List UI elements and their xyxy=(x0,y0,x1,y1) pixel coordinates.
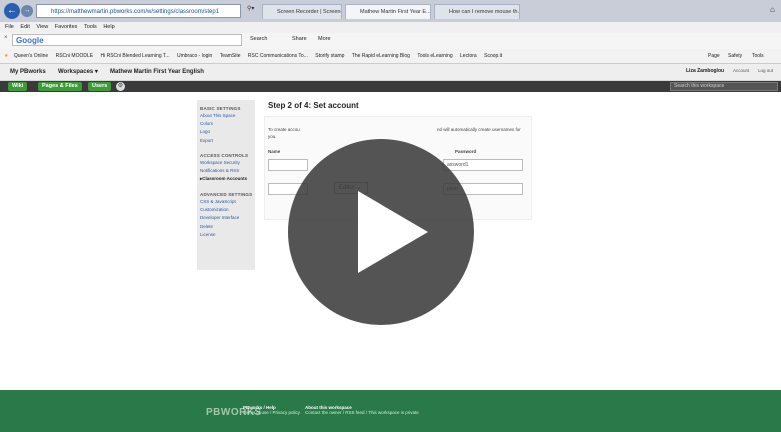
sidebar-item-notifications[interactable]: Notifications & RSS xyxy=(200,168,255,173)
star-icon: ★ xyxy=(4,53,9,59)
close-icon[interactable]: × xyxy=(4,35,8,41)
search-button[interactable]: Search xyxy=(250,36,267,42)
step-title: Step 2 of 4: Set account xyxy=(268,101,359,110)
fav-item[interactable]: TeamSite xyxy=(220,53,241,59)
menu-view[interactable]: View xyxy=(36,24,48,30)
sidebar-item-classroom-accounts[interactable]: ▸Classroom Accounts xyxy=(200,176,255,182)
workspace-nav: Wiki Pages & Files Users ⚙ Search this w… xyxy=(0,81,781,92)
fav-item[interactable]: RSC Communications To... xyxy=(248,53,308,59)
share-button[interactable]: Share xyxy=(292,36,307,42)
menu-help[interactable]: Help xyxy=(103,24,114,30)
fav-item[interactable]: The Rapid eLearning Blog xyxy=(352,53,410,59)
intro-text-line2: you. xyxy=(268,134,277,139)
play-icon xyxy=(358,191,428,273)
search-toolbar: × Google Search Share More xyxy=(0,33,781,50)
pbworks-header: My PBworks Workspaces ▾ Mathew Martin Fi… xyxy=(0,64,781,81)
intro-text-end: nd will automatically create usernames f… xyxy=(437,127,521,132)
sidebar-item-logo[interactable]: Logo xyxy=(200,129,255,134)
favorites-bar: ★ Queen's Online RSCni MOODLE Hi RSCni B… xyxy=(0,49,781,64)
workspace-title[interactable]: Mathew Martin First Year English xyxy=(110,64,204,80)
back-button[interactable]: ← xyxy=(4,3,20,19)
fav-item[interactable]: Scoop.it xyxy=(484,53,502,59)
intro-text-start: To create accou xyxy=(268,127,300,132)
play-button[interactable] xyxy=(288,139,474,325)
name-column-header: Name xyxy=(268,149,281,154)
menu-tools[interactable]: Tools xyxy=(84,24,97,30)
cmd-safety[interactable]: Safety xyxy=(728,49,742,63)
user-name[interactable]: Liza Zamboglou xyxy=(686,68,724,74)
sidebar-item-css[interactable]: CSS & JavaScript xyxy=(200,199,255,204)
sidebar-item-license[interactable]: License xyxy=(200,232,255,237)
users-tab[interactable]: Users xyxy=(88,82,112,91)
menu-file[interactable]: File xyxy=(5,24,14,30)
fav-item[interactable]: Queen's Online xyxy=(14,53,48,59)
fav-item[interactable]: Hi RSCni Blended Learning T... xyxy=(100,53,169,59)
sidebar-item-about[interactable]: About This Space xyxy=(200,113,255,118)
my-pbworks-link[interactable]: My PBworks xyxy=(10,64,46,80)
footer-terms-link[interactable]: Terms of use / Privacy policy xyxy=(243,410,300,415)
settings-sidebar: BASIC SETTINGS About This Space Colors L… xyxy=(197,100,255,270)
basic-settings-heading: BASIC SETTINGS xyxy=(200,106,241,111)
cmd-page[interactable]: Page xyxy=(708,49,720,63)
advanced-settings-heading: ADVANCED SETTINGS xyxy=(200,191,253,197)
sidebar-item-delete[interactable]: Delete xyxy=(200,224,255,229)
fav-item[interactable]: Lectora xyxy=(460,53,477,59)
settings-gear-icon[interactable]: ⚙ xyxy=(116,82,125,91)
pages-files-tab[interactable]: Pages & Files xyxy=(38,82,82,91)
sidebar-item-export[interactable]: Export xyxy=(200,138,255,143)
footer-col-help: PBworks / Help Terms of use / Privacy po… xyxy=(243,405,300,415)
sidebar-item-customization[interactable]: Customization xyxy=(200,207,255,212)
menu-edit[interactable]: Edit xyxy=(20,24,29,30)
workspaces-menu[interactable]: Workspaces ▾ xyxy=(58,64,98,80)
more-button[interactable]: More xyxy=(318,36,331,42)
tab-remove-mouse[interactable]: How can I remove mouse th... xyxy=(434,4,520,19)
menu-favorites[interactable]: Favorites xyxy=(55,24,78,30)
browser-titlebar: ← → https://matthewmartin.pbworks.com/w/… xyxy=(0,0,781,22)
fav-item[interactable]: Umbraco - login xyxy=(177,53,212,59)
footer-contact-link[interactable]: Contact the owner / RSS feed / This work… xyxy=(305,410,419,415)
google-search-input[interactable]: Google xyxy=(12,34,242,46)
sidebar-item-colors[interactable]: Colors xyxy=(200,121,255,126)
tab-screen-recorder[interactable]: Screen Recorder | Screencast... xyxy=(262,4,342,19)
access-controls-heading: ACCESS CONTROLS xyxy=(200,152,249,158)
cmd-tools[interactable]: Tools xyxy=(752,49,764,63)
fav-item[interactable]: Storify stamp xyxy=(315,53,344,59)
home-icon[interactable]: ⌂ xyxy=(770,5,775,14)
menu-bar: File Edit View Favorites Tools Help xyxy=(0,22,781,33)
forward-button[interactable]: → xyxy=(21,5,33,17)
sidebar-item-security[interactable]: Workspace Security xyxy=(200,160,255,165)
search-icon[interactable]: ⚲▾ xyxy=(247,5,254,12)
fav-item[interactable]: RSCni MOODLE xyxy=(56,53,94,59)
fav-item[interactable]: Tools eLearning xyxy=(417,53,452,59)
sidebar-item-developer[interactable]: Developer Interface xyxy=(200,215,255,220)
footer-col-about: About this workspace Contact the owner /… xyxy=(305,405,419,415)
account-link[interactable]: Account xyxy=(733,68,749,73)
logout-link[interactable]: Log out xyxy=(758,68,773,73)
tab-mathew-martin[interactable]: Mathew Martin First Year E... xyxy=(345,4,431,19)
address-bar[interactable]: https://matthewmartin.pbworks.com/w/sett… xyxy=(36,4,241,18)
wiki-tab[interactable]: Wiki xyxy=(8,82,28,91)
workspace-search-input[interactable]: Search this workspace xyxy=(670,82,778,91)
